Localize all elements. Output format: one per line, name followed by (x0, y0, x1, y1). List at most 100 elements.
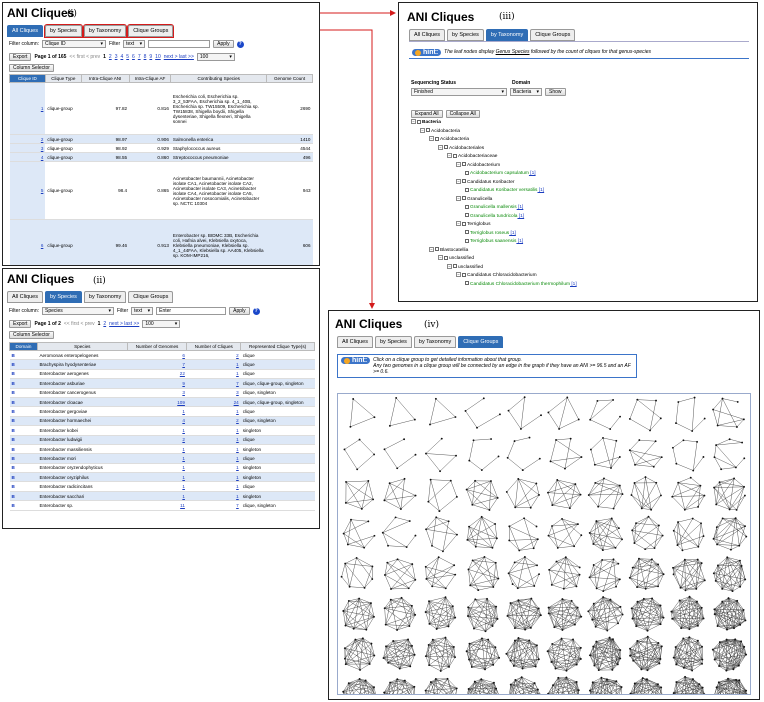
clique-group-graph[interactable] (420, 394, 461, 434)
next-last-links[interactable]: next > last >> (109, 321, 139, 327)
clique-group-graph[interactable] (626, 634, 667, 674)
clique-count-link[interactable]: 1 (186, 369, 241, 380)
clique-group-graph[interactable] (503, 554, 544, 594)
tab-clique-groups[interactable]: Clique Groups (530, 29, 576, 41)
tree-node[interactable]: − Candidatus Koribacter (411, 178, 577, 188)
collapse-toggle-icon[interactable]: − (456, 161, 461, 167)
col-header[interactable]: Contributing Species (170, 74, 268, 83)
clique-group-graph[interactable] (379, 594, 420, 634)
clique-group-graph[interactable] (420, 594, 461, 634)
clique-group-graph[interactable] (544, 434, 585, 474)
tree-label[interactable]: Candidatus Chloracidobacterium thermophi… (470, 282, 570, 287)
page-link[interactable]: 6 (132, 54, 135, 60)
page-size-select[interactable]: 100 (142, 320, 181, 328)
col-header[interactable]: Number of Genomes (126, 342, 188, 351)
page-link[interactable]: 7 (138, 54, 141, 60)
tree-label[interactable]: Acidobacteriaceae (458, 154, 497, 159)
clique-group-graph[interactable] (626, 394, 667, 434)
clique-group-graph[interactable] (420, 474, 461, 514)
leaf-count-link[interactable]: [1] (517, 214, 524, 219)
clique-group-graph[interactable] (462, 514, 503, 554)
clique-group-graph[interactable] (668, 514, 709, 554)
clique-group-graph[interactable] (503, 514, 544, 554)
tree-leaf[interactable]: Candidatus Koribacter versatilis [1] (411, 187, 577, 196)
tree-label[interactable]: unclassified (458, 265, 483, 270)
clique-count-link[interactable]: 7 (186, 500, 241, 511)
collapse-toggle-icon[interactable]: − (438, 255, 443, 260)
clique-group-graph[interactable] (503, 674, 544, 695)
tree-node[interactable]: − Blastocatellia (411, 246, 577, 256)
tree-leaf[interactable]: Terriglobus saanensis [1] (411, 238, 577, 247)
tree-node[interactable]: − unclassified (411, 255, 577, 264)
clique-group-graph[interactable] (585, 594, 626, 634)
clique-id-link[interactable]: 2 (9, 134, 46, 144)
table-row[interactable]: B Enterobacter cancerogenus 3 3 clique, sing… (9, 388, 315, 398)
filter-column-select[interactable]: Clique ID (42, 40, 107, 48)
help-icon[interactable]: ? (236, 40, 244, 48)
table-row[interactable]: B Enterobacter kobei 1 1 singleton (9, 425, 315, 436)
clique-group-graph[interactable] (668, 634, 709, 674)
clique-group-graph[interactable] (585, 434, 626, 474)
clique-group-graph[interactable] (709, 474, 750, 514)
table-row[interactable]: B Enterobacter radicincitans 1 1 clique (9, 481, 315, 492)
col-header[interactable]: Species (36, 342, 128, 351)
filter-type-select[interactable]: text (131, 307, 154, 315)
clique-count-link[interactable]: 3 (186, 388, 241, 398)
clique-group-graph[interactable] (709, 554, 750, 594)
table-row[interactable]: B Enterobacter mori 1 1 clique (9, 453, 315, 464)
clique-group-graph[interactable] (585, 634, 626, 674)
page-link[interactable]: 10 (155, 54, 161, 60)
clique-group-graph[interactable] (626, 474, 667, 514)
tab-by-taxonomy[interactable]: by Taxonomy (485, 29, 529, 41)
clique-group-graph[interactable] (462, 554, 503, 594)
clique-group-graph[interactable] (709, 674, 750, 695)
clique-group-graph[interactable] (379, 514, 420, 554)
col-header[interactable]: Intra-Clique ANI (80, 74, 130, 83)
tree-leaf[interactable]: Granulicella tundricola [1] (411, 213, 577, 222)
clique-id-link[interactable]: 4 (9, 152, 46, 162)
table-row[interactable]: B Enterobacter oryziphilus 1 1 singleton (9, 472, 315, 483)
clique-group-graph[interactable] (668, 434, 709, 474)
clique-group-graph[interactable] (379, 554, 420, 594)
clique-group-graph[interactable] (668, 474, 709, 514)
clique-group-graph[interactable] (420, 434, 461, 474)
collapse-toggle-icon[interactable]: − (456, 178, 461, 184)
tree-label[interactable]: Granulicella mallensis (470, 205, 517, 210)
clique-group-graph[interactable] (626, 554, 667, 594)
table-row[interactable]: B Brachyspira hyodysenteriae 7 1 clique (9, 359, 315, 370)
page-link[interactable]: 8 (144, 54, 147, 60)
clique-group-graph[interactable] (338, 554, 379, 594)
clique-count-link[interactable]: 1 (186, 463, 241, 474)
tab-clique-groups[interactable]: Clique Groups (127, 24, 175, 38)
collapse-toggle-icon[interactable]: − (438, 144, 443, 150)
page-link[interactable]: 2 (103, 321, 106, 327)
clique-group-graph[interactable] (462, 434, 503, 474)
expand-all-button[interactable]: Expand All (411, 110, 443, 118)
table-row[interactable]: 4 clique-group 98.55 0.860 Streptococcus… (9, 152, 313, 162)
tree-label[interactable]: Acidobacteria (440, 137, 469, 142)
page-link[interactable]: 3 (115, 54, 118, 60)
clique-count-link[interactable]: 7 (186, 378, 241, 389)
genome-count-link[interactable]: 109 (127, 397, 187, 408)
clique-group-graph[interactable] (462, 394, 503, 434)
clique-group-graph[interactable] (668, 554, 709, 594)
tree-label[interactable]: Terriglobus saanensis (470, 239, 516, 244)
page-link[interactable]: 9 (149, 54, 152, 60)
tree-leaf[interactable]: Terriglobus roseus [1] (411, 230, 577, 239)
column-selector-button[interactable]: Column Selector (9, 64, 54, 72)
genome-count-link[interactable]: 1 (127, 406, 187, 417)
tab-clique-groups[interactable]: Clique Groups (458, 336, 504, 348)
clique-group-graph[interactable] (668, 594, 709, 634)
genome-count-link[interactable]: 1 (127, 444, 187, 455)
clique-count-link[interactable]: 1 (186, 491, 241, 502)
col-header[interactable]: Clique ID (9, 74, 46, 83)
genome-count-link[interactable]: 1 (127, 425, 187, 436)
clique-group-graph[interactable] (544, 394, 585, 434)
genome-count-link[interactable]: 1 (127, 463, 187, 474)
table-row[interactable]: B Enterobacter ludwigii 2 1 clique (9, 435, 315, 445)
tab-by-taxonomy[interactable]: by Taxonomy (83, 291, 127, 303)
table-row[interactable]: 5 clique-group 98.4 0.865 Acinetobacter … (9, 161, 313, 220)
tree-label[interactable]: Granulicella (467, 197, 492, 202)
col-header[interactable]: Number of Cliques (186, 342, 242, 351)
clique-group-graph[interactable] (709, 514, 750, 554)
